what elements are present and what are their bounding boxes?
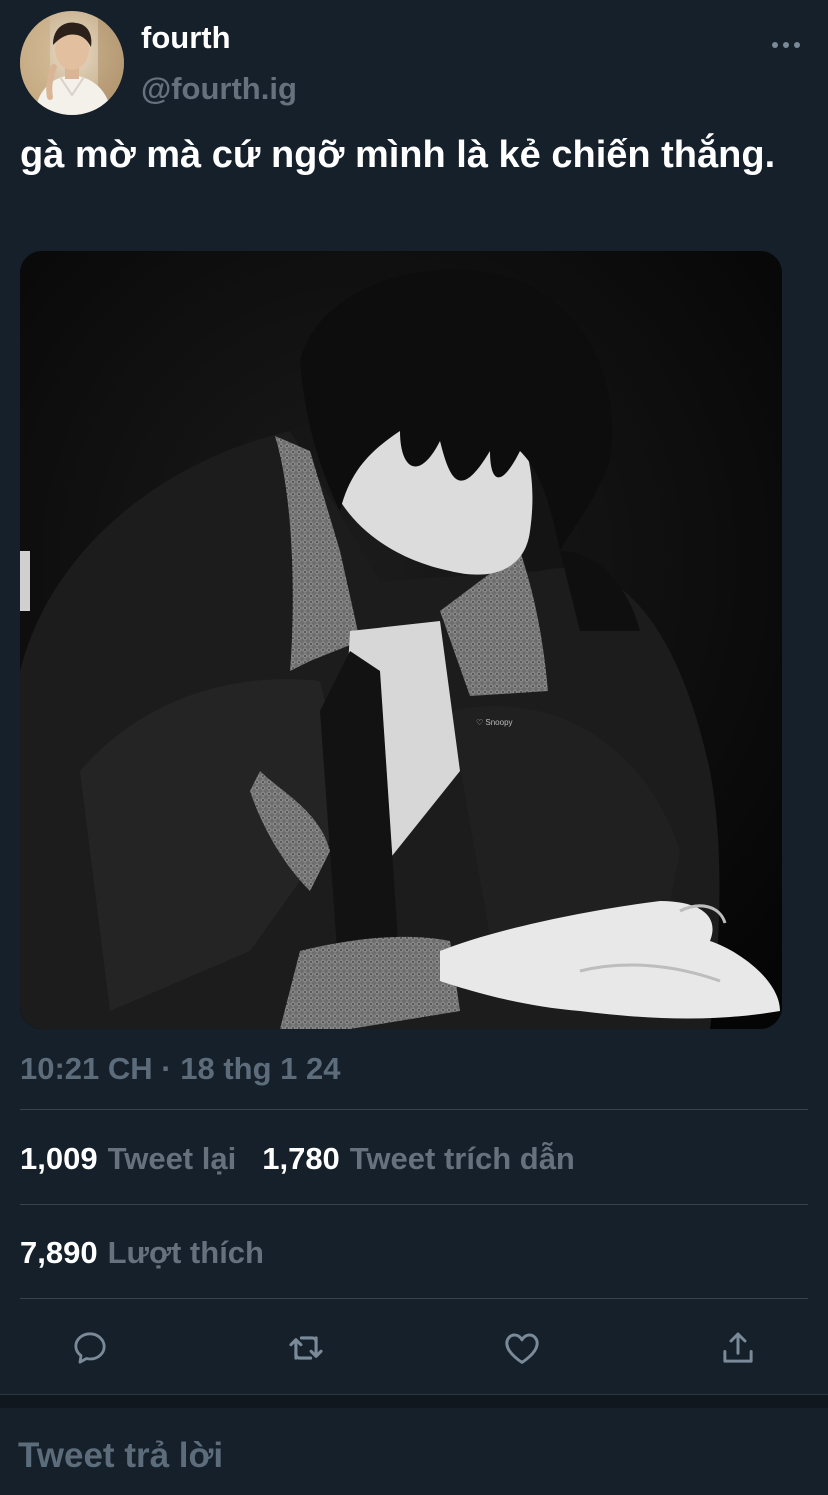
reply-input-placeholder[interactable]: Tweet trả lời <box>18 1436 223 1476</box>
retweet-stat[interactable]: 1,009 Tweet lại <box>20 1141 236 1177</box>
tweet-action-bar <box>0 1318 828 1378</box>
reply-button[interactable] <box>68 1326 112 1370</box>
divider <box>20 1109 808 1110</box>
reply-icon <box>74 1332 106 1364</box>
tweet-photo[interactable]: ♡ Snoopy <box>20 251 782 1029</box>
stats-row-shares: 1,009 Tweet lại 1,780 Tweet trích dẫn <box>20 1139 601 1179</box>
share-icon <box>723 1332 753 1363</box>
quote-stat[interactable]: 1,780 Tweet trích dẫn <box>262 1141 575 1177</box>
share-button[interactable] <box>716 1326 760 1370</box>
avatar-image <box>20 11 124 115</box>
user-handle[interactable]: @fourth.ig <box>141 71 297 107</box>
display-name[interactable]: fourth <box>141 20 231 56</box>
quote-label: Tweet trích dẫn <box>349 1141 575 1176</box>
more-options-button[interactable] <box>764 28 808 62</box>
like-button[interactable] <box>500 1326 544 1370</box>
tweet-photo-image: ♡ Snoopy <box>20 251 782 1029</box>
like-count: 7,890 <box>20 1235 98 1270</box>
like-label: Lượt thích <box>107 1235 264 1270</box>
divider <box>20 1204 808 1205</box>
tweet-text: gà mờ mà cứ ngỡ mình là kẻ chiến thắng. <box>20 134 776 176</box>
heart-icon <box>505 1333 539 1364</box>
retweet-label: Tweet lại <box>107 1141 237 1176</box>
divider <box>20 1298 808 1299</box>
quote-count: 1,780 <box>262 1141 340 1176</box>
stats-row-likes: 7,890 Lượt thích <box>20 1233 290 1273</box>
avatar[interactable] <box>20 11 124 115</box>
tweet-timestamp[interactable]: 10:21 CH · 18 thg 1 24 <box>20 1051 340 1087</box>
like-stat[interactable]: 7,890 Lượt thích <box>20 1235 264 1271</box>
retweet-icon <box>289 1336 323 1360</box>
photo-watermark: ♡ Snoopy <box>476 718 513 727</box>
tweet-detail-page: fourth @fourth.ig gà mờ mà cứ ngỡ mình l… <box>0 0 828 1495</box>
retweet-count: 1,009 <box>20 1141 98 1176</box>
more-icon <box>772 42 800 48</box>
retweet-button[interactable] <box>284 1326 328 1370</box>
